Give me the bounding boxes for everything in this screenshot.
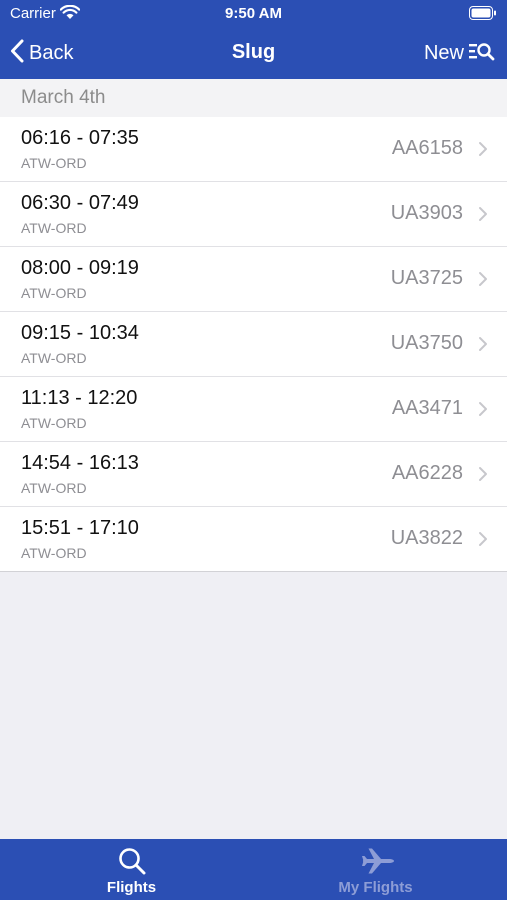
flight-route: ATW-ORD [21,350,87,366]
chevron-right-icon [478,206,488,227]
flight-time: 15:51 - 17:10 [21,517,139,539]
flight-row[interactable]: 06:16 - 07:35 ATW-ORD AA6158 [0,117,507,182]
flight-route: ATW-ORD [21,155,87,171]
flight-row[interactable]: 11:13 - 12:20 ATW-ORD AA3471 [0,377,507,442]
new-search-button[interactable]: New [424,39,495,67]
flight-time: 14:54 - 16:13 [21,452,139,474]
flight-row[interactable]: 08:00 - 09:19 ATW-ORD UA3725 [0,247,507,312]
search-icon [117,846,147,876]
chevron-right-icon [478,271,488,292]
flight-time: 11:13 - 12:20 [21,387,138,409]
flight-list: 06:16 - 07:35 ATW-ORD AA6158 06:30 - 07:49 A… [0,117,507,572]
tab-bar: Flights My Flights [0,839,507,900]
back-label: Back [29,41,74,64]
chevron-right-icon [478,401,488,422]
flight-time: 09:15 - 10:34 [21,322,139,344]
new-label: New [423,41,464,64]
section-date: March 4th [21,87,106,108]
flight-row[interactable]: 06:30 - 07:49 ATW-ORD UA3903 [0,182,507,247]
flight-number: AA6158 [391,137,463,159]
tab-my-flights-label: My Flights [338,879,413,896]
flight-time: 08:00 - 09:19 [21,257,139,279]
tab-flights[interactable]: Flights [5,839,258,900]
flight-row[interactable]: 15:51 - 17:10 ATW-ORD UA3822 [0,507,507,571]
flight-row[interactable]: 09:15 - 10:34 ATW-ORD UA3750 [0,312,507,377]
flight-route: ATW-ORD [21,220,87,236]
tab-my-flights[interactable]: My Flights [249,839,502,900]
back-button[interactable]: Back [10,39,73,67]
flight-route: ATW-ORD [21,545,87,561]
flight-time: 06:30 - 07:49 [21,192,139,214]
chevron-right-icon [478,531,488,552]
flight-number: AA3471 [391,397,463,419]
chevron-left-icon [10,39,24,68]
flight-time: 06:16 - 07:35 [21,127,139,149]
chevron-right-icon [478,336,488,357]
flight-number: UA3822 [390,527,463,549]
navigation-header: Carrier 9:50 AM Back Slug New [0,0,507,79]
nav-bar: Back Slug New [0,28,507,79]
flight-number: UA3750 [390,332,463,354]
battery-icon [469,6,497,25]
flight-number: AA6228 [391,462,463,484]
status-time: 9:50 AM [225,5,282,22]
chevron-right-icon [478,466,488,487]
tab-flights-label: Flights [106,879,157,896]
status-bar: Carrier 9:50 AM [0,0,507,28]
flight-route: ATW-ORD [21,415,87,431]
flight-number: UA3903 [390,202,463,224]
flight-row[interactable]: 14:54 - 16:13 ATW-ORD AA6228 [0,442,507,507]
flight-route: ATW-ORD [21,285,87,301]
chevron-right-icon [478,141,488,162]
list-search-icon [469,41,495,66]
flight-route: ATW-ORD [21,480,87,496]
date-section-header: March 4th [0,79,507,117]
airplane-icon [361,846,394,876]
flight-number: UA3725 [390,267,463,289]
